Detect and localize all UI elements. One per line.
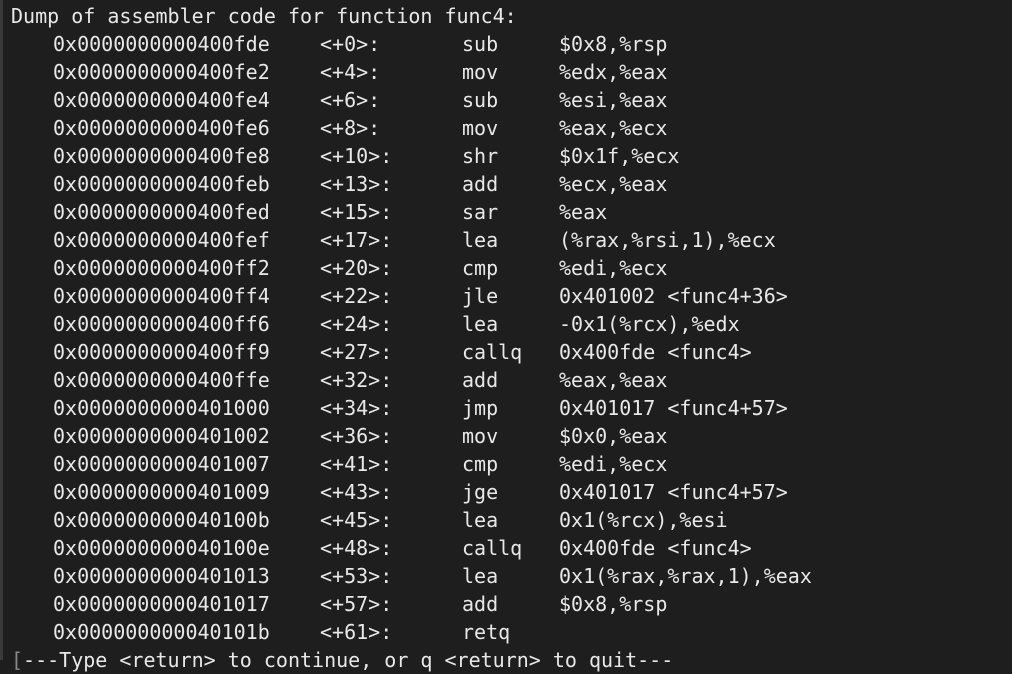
instruction-offset: <+4>:: [320, 60, 381, 84]
instruction-offset: <+48>:: [320, 536, 393, 560]
instruction-operands: 0x401002 <func4+36>: [559, 284, 788, 308]
dump-header: Dump of assembler code for function func…: [11, 4, 517, 28]
instruction-operands: 0x401017 <func4+57>: [559, 396, 788, 420]
instruction-mnemonic: mov: [462, 60, 499, 84]
instruction-offset: <+36>:: [320, 424, 393, 448]
instruction-operands: $0x0,%eax: [559, 424, 668, 448]
instruction-mnemonic: lea: [462, 312, 499, 336]
instruction-operands: %ecx,%eax: [559, 172, 668, 196]
instruction-address: 0x0000000000400ff9: [53, 340, 270, 364]
instruction-mnemonic: retq: [462, 620, 511, 644]
terminal-window[interactable]: Dump of assembler code for function func…: [0, 0, 1012, 672]
instruction-offset: <+10>:: [320, 144, 393, 168]
instruction-mnemonic: lea: [462, 564, 499, 588]
instruction-operands: 0x400fde <func4>: [559, 340, 752, 364]
instruction-offset: <+0>:: [320, 32, 381, 56]
instruction-mnemonic: sub: [462, 88, 499, 112]
instruction-address: 0x0000000000400feb: [53, 172, 270, 196]
instruction-offset: <+15>:: [320, 200, 393, 224]
instruction-offset: <+13>:: [320, 172, 393, 196]
cursor-bracket: [: [11, 648, 24, 672]
instruction-offset: <+20>:: [320, 256, 393, 280]
instruction-offset: <+8>:: [320, 116, 381, 140]
instruction-address: 0x0000000000400ffe: [53, 368, 270, 392]
instruction-mnemonic: mov: [462, 116, 499, 140]
instruction-mnemonic: mov: [462, 424, 499, 448]
instruction-address: 0x0000000000400ff6: [53, 312, 270, 336]
instruction-offset: <+22>:: [320, 284, 393, 308]
instruction-address: 0x000000000040100e: [53, 536, 270, 560]
instruction-address: 0x0000000000401002: [53, 424, 270, 448]
instruction-offset: <+41>:: [320, 452, 393, 476]
instruction-address: 0x0000000000401007: [53, 452, 270, 476]
instruction-operands: 0x1(%rcx),%esi: [559, 508, 728, 532]
instruction-operands: $0x8,%rsp: [559, 592, 668, 616]
instruction-mnemonic: add: [462, 592, 499, 616]
instruction-address: 0x0000000000400fde: [53, 32, 270, 56]
instruction-operands: -0x1(%rcx),%edx: [559, 312, 740, 336]
instruction-offset: <+27>:: [320, 340, 393, 364]
instruction-address: 0x0000000000401000: [53, 396, 270, 420]
instruction-operands: 0x400fde <func4>: [559, 536, 752, 560]
instruction-mnemonic: callq: [462, 340, 523, 364]
instruction-operands: %edi,%ecx: [559, 256, 668, 280]
instruction-address: 0x0000000000400fe8: [53, 144, 270, 168]
instruction-address: 0x0000000000400fef: [53, 228, 270, 252]
instruction-address: 0x0000000000400fed: [53, 200, 270, 224]
pager-text: ---Type <return> to continue, or q <retu…: [23, 648, 674, 672]
instruction-operands: %esi,%eax: [559, 88, 668, 112]
instruction-mnemonic: lea: [462, 508, 499, 532]
instruction-operands: 0x401017 <func4+57>: [559, 480, 788, 504]
instruction-address: 0x0000000000401013: [53, 564, 270, 588]
instruction-operands: (%rax,%rsi,1),%ecx: [559, 228, 776, 252]
instruction-operands: %eax,%eax: [559, 368, 668, 392]
instruction-offset: <+32>:: [320, 368, 393, 392]
instruction-mnemonic: cmp: [462, 452, 499, 476]
instruction-address: 0x000000000040101b: [53, 620, 270, 644]
instruction-mnemonic: sar: [462, 200, 499, 224]
instruction-offset: <+24>:: [320, 312, 393, 336]
instruction-mnemonic: jle: [462, 284, 499, 308]
instruction-offset: <+6>:: [320, 88, 381, 112]
instruction-operands: %edi,%ecx: [559, 452, 668, 476]
instruction-address: 0x0000000000401017: [53, 592, 270, 616]
instruction-offset: <+17>:: [320, 228, 393, 252]
instruction-operands: 0x1(%rax,%rax,1),%eax: [559, 564, 812, 588]
instruction-operands: %eax: [559, 200, 608, 224]
instruction-mnemonic: add: [462, 368, 499, 392]
instruction-offset: <+57>:: [320, 592, 393, 616]
instruction-operands: %edx,%eax: [559, 60, 668, 84]
instruction-address: 0x0000000000400ff4: [53, 284, 270, 308]
instruction-mnemonic: cmp: [462, 256, 499, 280]
instruction-address: 0x0000000000400fe6: [53, 116, 270, 140]
instruction-mnemonic: lea: [462, 228, 499, 252]
instruction-address: 0x0000000000400ff2: [53, 256, 270, 280]
instruction-mnemonic: add: [462, 172, 499, 196]
instruction-operands: $0x1f,%ecx: [559, 144, 680, 168]
instruction-offset: <+61>:: [320, 620, 393, 644]
instruction-address: 0x0000000000401009: [53, 480, 270, 504]
instruction-offset: <+53>:: [320, 564, 393, 588]
instruction-mnemonic: sub: [462, 32, 499, 56]
instruction-address: 0x000000000040100b: [53, 508, 270, 532]
instruction-address: 0x0000000000400fe4: [53, 88, 270, 112]
instruction-mnemonic: jge: [462, 480, 499, 504]
instruction-mnemonic: callq: [462, 536, 523, 560]
instruction-mnemonic: jmp: [462, 396, 499, 420]
instruction-address: 0x0000000000400fe2: [53, 60, 270, 84]
instruction-operands: %eax,%ecx: [559, 116, 668, 140]
instruction-operands: $0x8,%rsp: [559, 32, 668, 56]
instruction-offset: <+34>:: [320, 396, 393, 420]
instruction-offset: <+45>:: [320, 508, 393, 532]
instruction-offset: <+43>:: [320, 480, 393, 504]
pager-prompt[interactable]: [---Type <return> to continue, or q <ret…: [11, 646, 673, 674]
instruction-mnemonic: shr: [462, 144, 499, 168]
